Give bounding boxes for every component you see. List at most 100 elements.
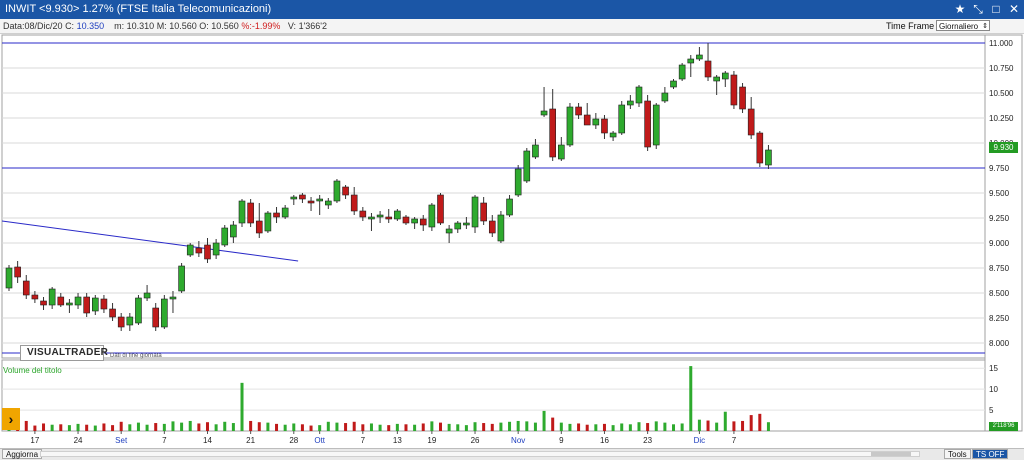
scrollbar-thumb[interactable]	[871, 452, 911, 456]
candle-body	[652, 104, 660, 146]
candle-body	[359, 210, 367, 218]
x-tick-label: Dic	[694, 436, 706, 445]
x-tick-label: 7	[361, 436, 366, 445]
candle-body	[117, 316, 125, 328]
ts-off-button[interactable]: TS OFF	[972, 449, 1009, 459]
close-readout: 10.350	[76, 21, 105, 31]
horizontal-scrollbar[interactable]	[40, 451, 920, 457]
price-tick-label: 10.750	[989, 64, 1014, 73]
candle-body	[221, 227, 229, 246]
candle-body	[186, 244, 194, 256]
logo-subtitle: Dati di fine giornata	[110, 353, 162, 359]
volume-bar	[180, 422, 184, 431]
volume-bar	[689, 366, 693, 431]
volume-bar	[551, 417, 555, 431]
candle-body	[644, 100, 651, 148]
expand-arrow-icon[interactable]: ›	[2, 408, 20, 430]
candle-body	[627, 100, 634, 106]
candle-body	[126, 316, 134, 326]
volume-bar	[439, 422, 442, 431]
price-tick-label: 9.250	[989, 214, 1010, 223]
volume-bar	[646, 423, 650, 431]
volume-bar	[447, 423, 451, 431]
x-tick-label: 21	[246, 436, 255, 445]
volume-bar	[697, 419, 701, 431]
candle-body	[463, 222, 470, 226]
volume-bar	[663, 422, 667, 431]
volume-bar	[335, 422, 339, 431]
volume-bar	[395, 423, 399, 431]
candle-body	[83, 296, 90, 314]
info-bar: Data:08/Dic/20 C: 10.350 m: 10.310 M: 10…	[0, 19, 1024, 34]
x-tick-label: 7	[732, 436, 737, 445]
candle-body	[592, 118, 600, 126]
volume-bar	[585, 424, 589, 431]
volume-bar	[223, 421, 227, 431]
candle-body	[583, 114, 591, 126]
candle-body	[273, 212, 280, 218]
price-tick-label: 8.000	[989, 339, 1010, 348]
volume-bar	[50, 424, 54, 431]
candle-body	[161, 298, 168, 328]
volume-bar	[464, 425, 468, 431]
volume-bar	[542, 410, 546, 431]
x-tick-label: 7	[162, 436, 167, 445]
star-icon[interactable]: ★	[952, 1, 968, 17]
candle-body	[506, 198, 513, 216]
volume-bar	[275, 423, 279, 431]
timeframe-label: Time Frame	[886, 21, 935, 31]
volume-bar	[637, 422, 641, 431]
candle-body	[57, 296, 65, 306]
candle-body	[601, 118, 608, 134]
volume-bar	[594, 424, 598, 431]
candle-body	[618, 104, 626, 134]
candle-body	[350, 194, 358, 212]
volume-readout: 1'366'2	[298, 21, 328, 31]
update-button[interactable]: Aggiorna	[2, 449, 43, 459]
x-tick-label: Set	[115, 436, 128, 445]
volume-bar	[508, 421, 512, 431]
volume-bar	[162, 423, 166, 431]
volume-bar	[378, 424, 382, 431]
price-tick-label: 10.500	[989, 89, 1014, 98]
x-tick-label: 24	[74, 436, 83, 445]
candle-body	[66, 302, 73, 306]
candle-body	[152, 307, 160, 328]
candle-body	[255, 220, 263, 234]
candle-body	[394, 210, 401, 220]
candle-body	[747, 108, 755, 136]
candle-body	[635, 86, 643, 104]
volume-bar	[577, 423, 581, 431]
collapse-icon[interactable]: ⤡	[970, 1, 986, 17]
candle-body	[169, 296, 177, 300]
x-tick-label: Nov	[511, 436, 525, 445]
volume-bar	[559, 422, 563, 431]
window-titlebar: INWIT <9.930> 1.27% (FTSE Italia Telecom…	[0, 0, 1024, 19]
tools-button[interactable]: Tools	[944, 449, 971, 459]
volume-bar	[249, 420, 253, 431]
volume-bar	[292, 423, 296, 431]
maximize-icon[interactable]: □	[988, 1, 1004, 17]
volume-bar	[413, 424, 417, 431]
volume-bar	[369, 423, 373, 431]
close-icon[interactable]: ✕	[1006, 1, 1022, 17]
price-chart[interactable]: 11.00010.75010.50010.25010.0009.7509.500…	[0, 33, 1024, 448]
volume-bar	[136, 422, 140, 431]
ohlc-readout: Data:08/Dic/20 C: 10.350 m: 10.310 M: 10…	[3, 21, 328, 31]
volume-bar	[602, 423, 606, 431]
candle-body	[204, 244, 211, 260]
volume-bar	[568, 423, 572, 431]
volume-bar	[188, 420, 192, 431]
price-tick-label: 10.250	[989, 114, 1014, 123]
volume-bar	[93, 425, 97, 431]
candle-body	[566, 106, 574, 146]
volume-bar	[266, 422, 270, 431]
candle-body	[31, 294, 39, 300]
candle-body	[247, 202, 254, 224]
candle-body	[419, 218, 427, 226]
candle-body	[178, 265, 185, 292]
volume-bar	[766, 422, 770, 431]
timeframe-select[interactable]: Giornaliero ⇕	[936, 20, 990, 31]
volume-bar	[42, 423, 46, 431]
candle-body	[549, 108, 556, 158]
